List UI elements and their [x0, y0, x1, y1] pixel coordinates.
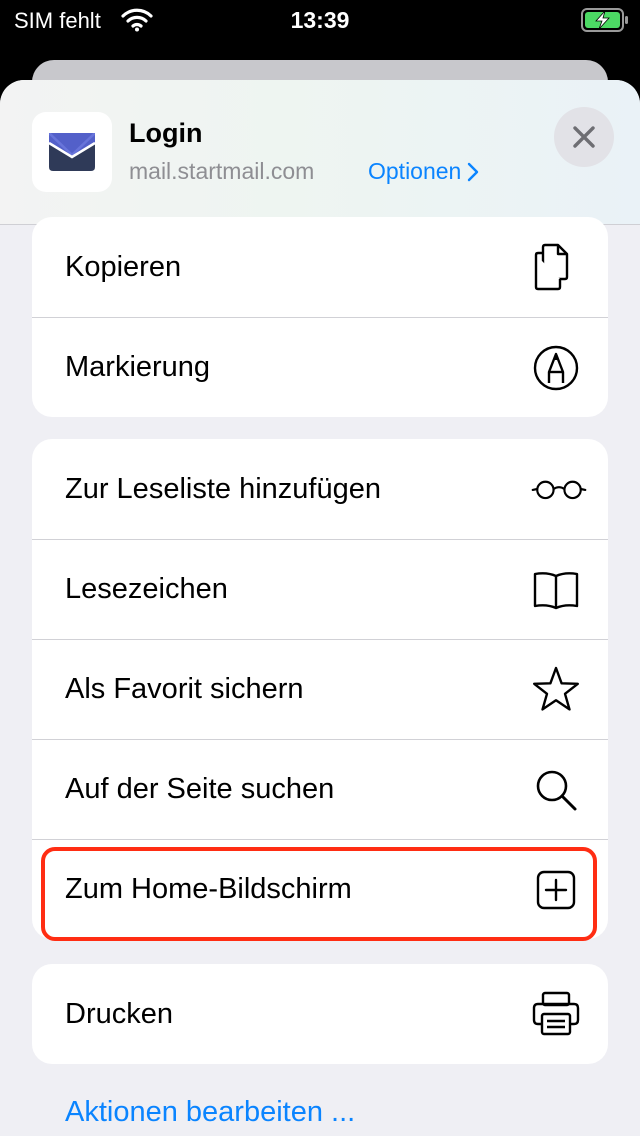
options-button[interactable]: Optionen — [368, 158, 479, 185]
action-group-1: Kopieren Markierung — [32, 217, 608, 417]
page-url: mail.startmail.com — [129, 158, 315, 184]
action-label: Drucken — [65, 997, 173, 1030]
markup-pen-icon — [530, 342, 582, 394]
action-find-on-page[interactable]: Auf der Seite suchen — [32, 739, 608, 839]
printer-icon — [530, 988, 582, 1040]
action-add-to-home-screen[interactable]: Zum Home-Bildschirm — [32, 839, 608, 939]
action-label: Zum Home-Bildschirm — [65, 873, 352, 905]
action-label: Lesezeichen — [65, 573, 228, 605]
action-label: Zur Leseliste hinzufügen — [65, 472, 381, 505]
site-icon — [32, 112, 112, 192]
share-sheet-header: Login mail.startmail.com Optionen — [0, 80, 640, 225]
add-square-icon — [530, 864, 582, 916]
options-label: Optionen — [368, 158, 462, 184]
book-icon — [530, 564, 582, 616]
action-label: Auf der Seite suchen — [65, 773, 335, 805]
edit-actions-link[interactable]: Aktionen bearbeiten ... — [65, 1096, 355, 1129]
action-label: Als Favorit sichern — [65, 673, 304, 705]
mail-envelope-icon — [48, 132, 96, 171]
action-add-favorite[interactable]: Als Favorit sichern — [32, 639, 608, 739]
action-group-3: Drucken — [32, 964, 608, 1064]
action-label: Kopieren — [65, 250, 182, 283]
star-icon — [530, 664, 582, 716]
share-sheet: Login mail.startmail.com Optionen Kopier… — [0, 80, 640, 1136]
close-icon — [573, 126, 595, 148]
battery-charging-icon — [581, 8, 629, 32]
chevron-right-icon — [468, 162, 479, 181]
action-label: Markierung — [65, 351, 211, 383]
action-group-2: Zur Leseliste hinzufügen Lesezeichen Als… — [32, 439, 608, 939]
action-add-to-reading-list[interactable]: Zur Leseliste hinzufügen — [32, 439, 608, 539]
status-bar: SIM fehlt 13:39 — [0, 0, 640, 44]
clock-label: 13:39 — [290, 7, 350, 33]
search-icon — [530, 764, 582, 816]
action-print[interactable]: Drucken — [32, 964, 608, 1064]
action-bookmark[interactable]: Lesezeichen — [32, 539, 608, 639]
page-title: Login — [129, 118, 203, 148]
action-markup[interactable]: Markierung — [32, 317, 608, 417]
close-button[interactable] — [554, 107, 614, 167]
copy-icon — [530, 241, 582, 293]
glasses-icon — [530, 463, 587, 515]
action-copy[interactable]: Kopieren — [32, 217, 608, 317]
